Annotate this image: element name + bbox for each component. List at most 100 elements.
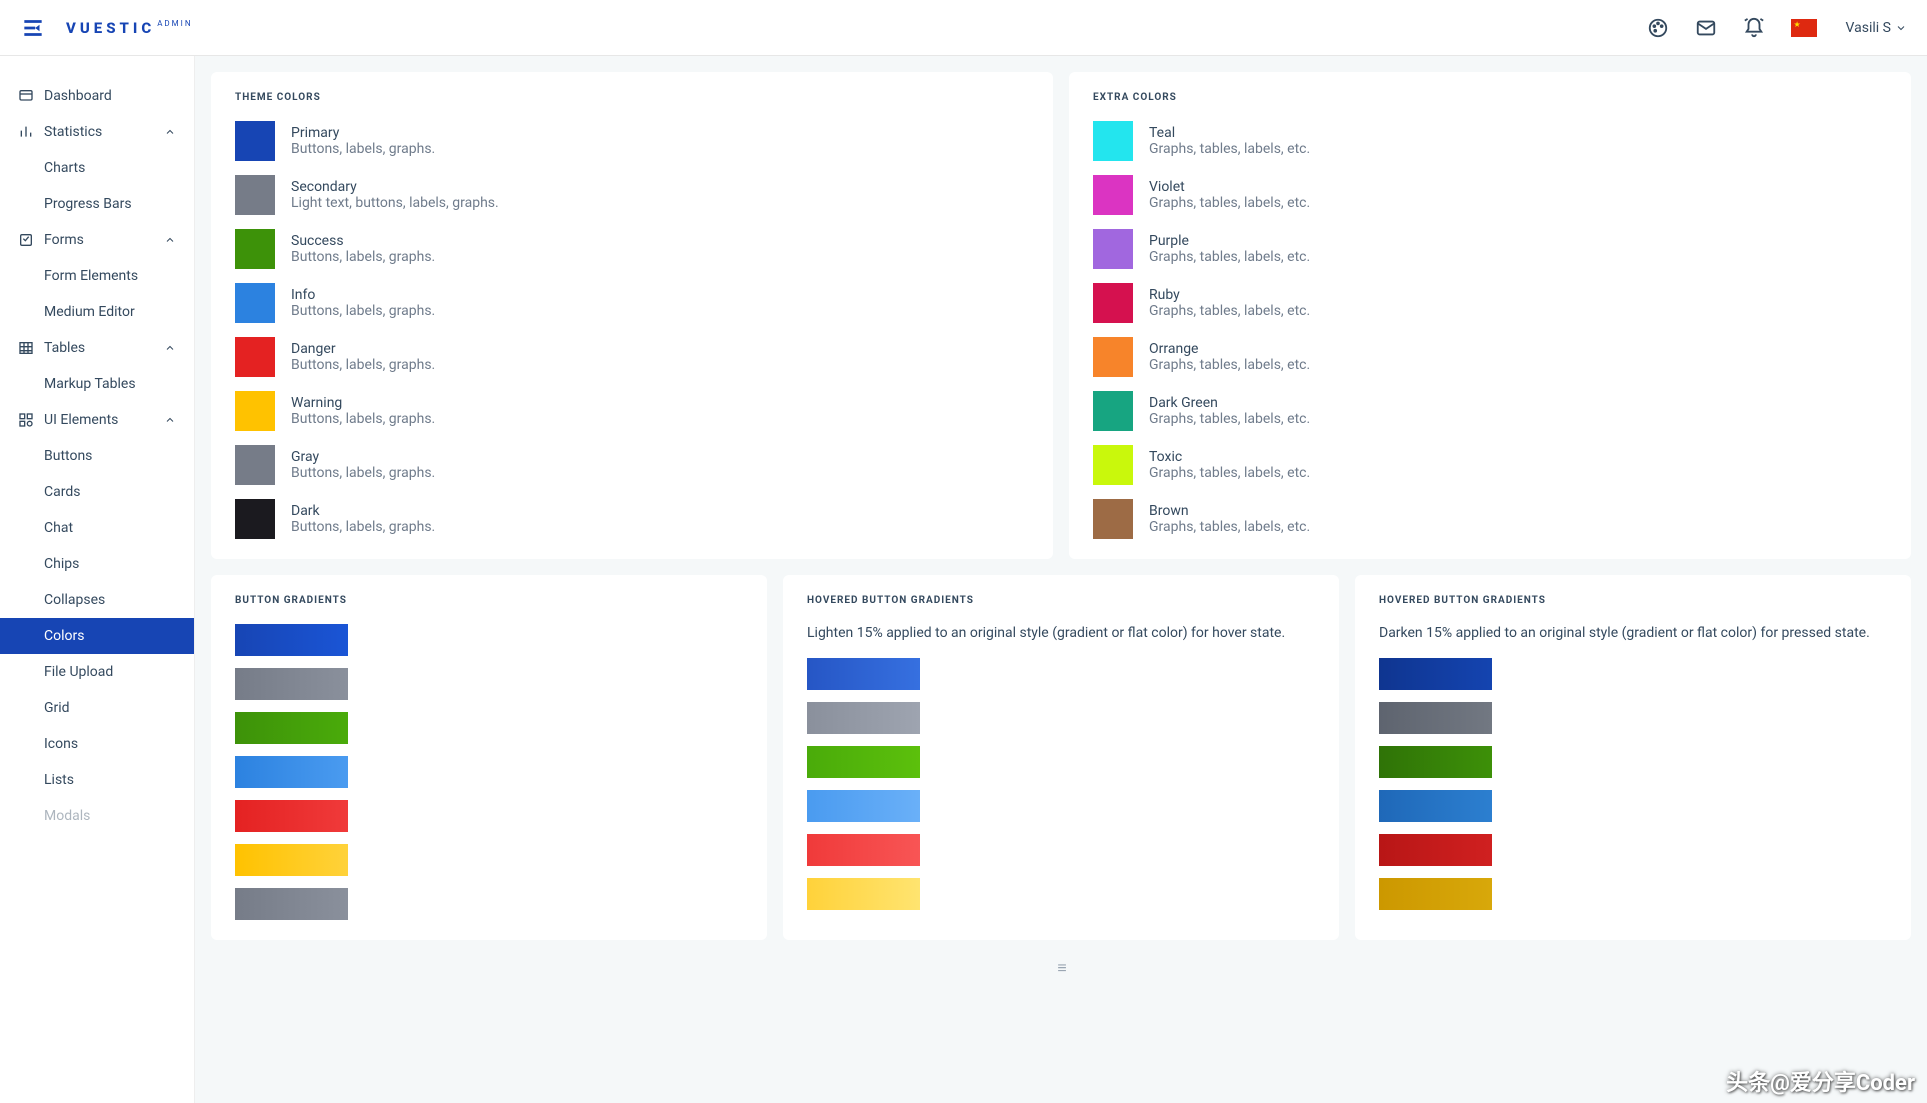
color-usage: Graphs, tables, labels, etc.	[1149, 195, 1310, 211]
user-menu[interactable]: Vasili S	[1846, 20, 1907, 36]
sidebar-sub-cards[interactable]: Cards	[0, 474, 194, 510]
gradient-bar	[1379, 878, 1492, 910]
drag-handle-icon[interactable]: ≡	[211, 956, 1911, 980]
color-name: Danger	[291, 341, 435, 357]
sidebar-item-statistics[interactable]: Statistics	[0, 114, 194, 150]
color-row: OrrangeGraphs, tables, labels, etc.	[1093, 337, 1887, 377]
sidebar-sub-icons[interactable]: Icons	[0, 726, 194, 762]
color-name: Brown	[1149, 503, 1310, 519]
sidebar-sub-markup-tables[interactable]: Markup Tables	[0, 366, 194, 402]
content-area: THEME COLORS PrimaryButtons, labels, gra…	[195, 56, 1927, 1103]
color-swatch	[1093, 337, 1133, 377]
logo-sub: ADMIN	[157, 19, 192, 28]
forms-icon	[18, 232, 34, 248]
sidebar-sub-chips[interactable]: Chips	[0, 546, 194, 582]
sidebar-sub-colors[interactable]: Colors	[0, 618, 194, 654]
color-row: ToxicGraphs, tables, labels, etc.	[1093, 445, 1887, 485]
color-row: GrayButtons, labels, graphs.	[235, 445, 1029, 485]
color-swatch	[235, 229, 275, 269]
tables-icon	[18, 340, 34, 356]
color-name: Secondary	[291, 179, 499, 195]
color-row: Dark GreenGraphs, tables, labels, etc.	[1093, 391, 1887, 431]
theme-colors-card: THEME COLORS PrimaryButtons, labels, gra…	[211, 72, 1053, 559]
chevron-up-icon	[164, 234, 176, 246]
ui-elements-icon	[18, 412, 34, 428]
color-name: Warning	[291, 395, 435, 411]
color-usage: Buttons, labels, graphs.	[291, 141, 435, 157]
chevron-down-icon	[1895, 22, 1907, 34]
sidebar-sub-grid[interactable]: Grid	[0, 690, 194, 726]
color-info: VioletGraphs, tables, labels, etc.	[1149, 179, 1310, 211]
color-usage: Buttons, labels, graphs.	[291, 519, 435, 535]
chevron-up-icon	[164, 414, 176, 426]
color-info: DarkButtons, labels, graphs.	[291, 503, 435, 535]
color-name: Success	[291, 233, 435, 249]
color-name: Dark	[291, 503, 435, 519]
color-name: Ruby	[1149, 287, 1310, 303]
sidebar-sub-file-upload[interactable]: File Upload	[0, 654, 194, 690]
color-row: SecondaryLight text, buttons, labels, gr…	[235, 175, 1029, 215]
color-row: DangerButtons, labels, graphs.	[235, 337, 1029, 377]
color-name: Info	[291, 287, 435, 303]
color-name: Orrange	[1149, 341, 1310, 357]
sidebar-sub-medium-editor[interactable]: Medium Editor	[0, 294, 194, 330]
color-usage: Buttons, labels, graphs.	[291, 303, 435, 319]
sidebar-item-dashboard[interactable]: Dashboard	[0, 78, 194, 114]
hovered-gradients-card: HOVERED BUTTON GRADIENTS Lighten 15% app…	[783, 575, 1339, 940]
sidebar-sub-charts[interactable]: Charts	[0, 150, 194, 186]
gradient-bar	[1379, 702, 1492, 734]
card-title: HOVERED BUTTON GRADIENTS	[807, 595, 1315, 606]
color-row: RubyGraphs, tables, labels, etc.	[1093, 283, 1887, 323]
gradient-bar	[807, 658, 920, 690]
sidebar-sub-buttons[interactable]: Buttons	[0, 438, 194, 474]
color-row: SuccessButtons, labels, graphs.	[235, 229, 1029, 269]
color-swatch	[235, 121, 275, 161]
language-flag-china[interactable]	[1791, 19, 1817, 37]
gradient-bar	[235, 888, 348, 920]
color-swatch	[235, 283, 275, 323]
sidebar-item-label: Statistics	[44, 124, 102, 140]
gradient-bar	[807, 834, 920, 866]
gradient-bar	[235, 712, 348, 744]
sidebar-sub-collapses[interactable]: Collapses	[0, 582, 194, 618]
sidebar-item-forms[interactable]: Forms	[0, 222, 194, 258]
sidebar-sub-modals[interactable]: Modals	[0, 798, 194, 834]
gradient-bar	[807, 702, 920, 734]
color-swatch	[1093, 121, 1133, 161]
gradient-bar	[235, 668, 348, 700]
color-info: OrrangeGraphs, tables, labels, etc.	[1149, 341, 1310, 373]
logo[interactable]: VUESTICADMIN	[66, 19, 193, 37]
menu-toggle-icon[interactable]	[20, 15, 46, 41]
bell-icon[interactable]	[1743, 17, 1765, 39]
gradient-bar	[1379, 658, 1492, 690]
color-row: DarkButtons, labels, graphs.	[235, 499, 1029, 539]
stats-icon	[18, 124, 34, 140]
color-row: BrownGraphs, tables, labels, etc.	[1093, 499, 1887, 539]
card-description: Lighten 15% applied to an original style…	[807, 624, 1315, 644]
sidebar-item-tables[interactable]: Tables	[0, 330, 194, 366]
sidebar-sub-lists[interactable]: Lists	[0, 762, 194, 798]
color-row: WarningButtons, labels, graphs.	[235, 391, 1029, 431]
sidebar-sub-chat[interactable]: Chat	[0, 510, 194, 546]
gradient-bar	[1379, 790, 1492, 822]
color-swatch	[235, 445, 275, 485]
color-name: Purple	[1149, 233, 1310, 249]
color-swatch	[1093, 283, 1133, 323]
color-info: ToxicGraphs, tables, labels, etc.	[1149, 449, 1310, 481]
chevron-up-icon	[164, 342, 176, 354]
chevron-up-icon	[164, 126, 176, 138]
color-usage: Buttons, labels, graphs.	[291, 465, 435, 481]
color-info: WarningButtons, labels, graphs.	[291, 395, 435, 427]
color-swatch	[235, 391, 275, 431]
color-row: VioletGraphs, tables, labels, etc.	[1093, 175, 1887, 215]
sidebar-sub-progress-bars[interactable]: Progress Bars	[0, 186, 194, 222]
color-info: GrayButtons, labels, graphs.	[291, 449, 435, 481]
sidebar-item-label: Dashboard	[44, 88, 112, 104]
color-name: Toxic	[1149, 449, 1310, 465]
palette-icon[interactable]	[1647, 17, 1669, 39]
mail-icon[interactable]	[1695, 17, 1717, 39]
sidebar-sub-form-elements[interactable]: Form Elements	[0, 258, 194, 294]
sidebar-item-ui-elements[interactable]: UI Elements	[0, 402, 194, 438]
dashboard-icon	[18, 88, 34, 104]
gradient-bar	[235, 624, 348, 656]
